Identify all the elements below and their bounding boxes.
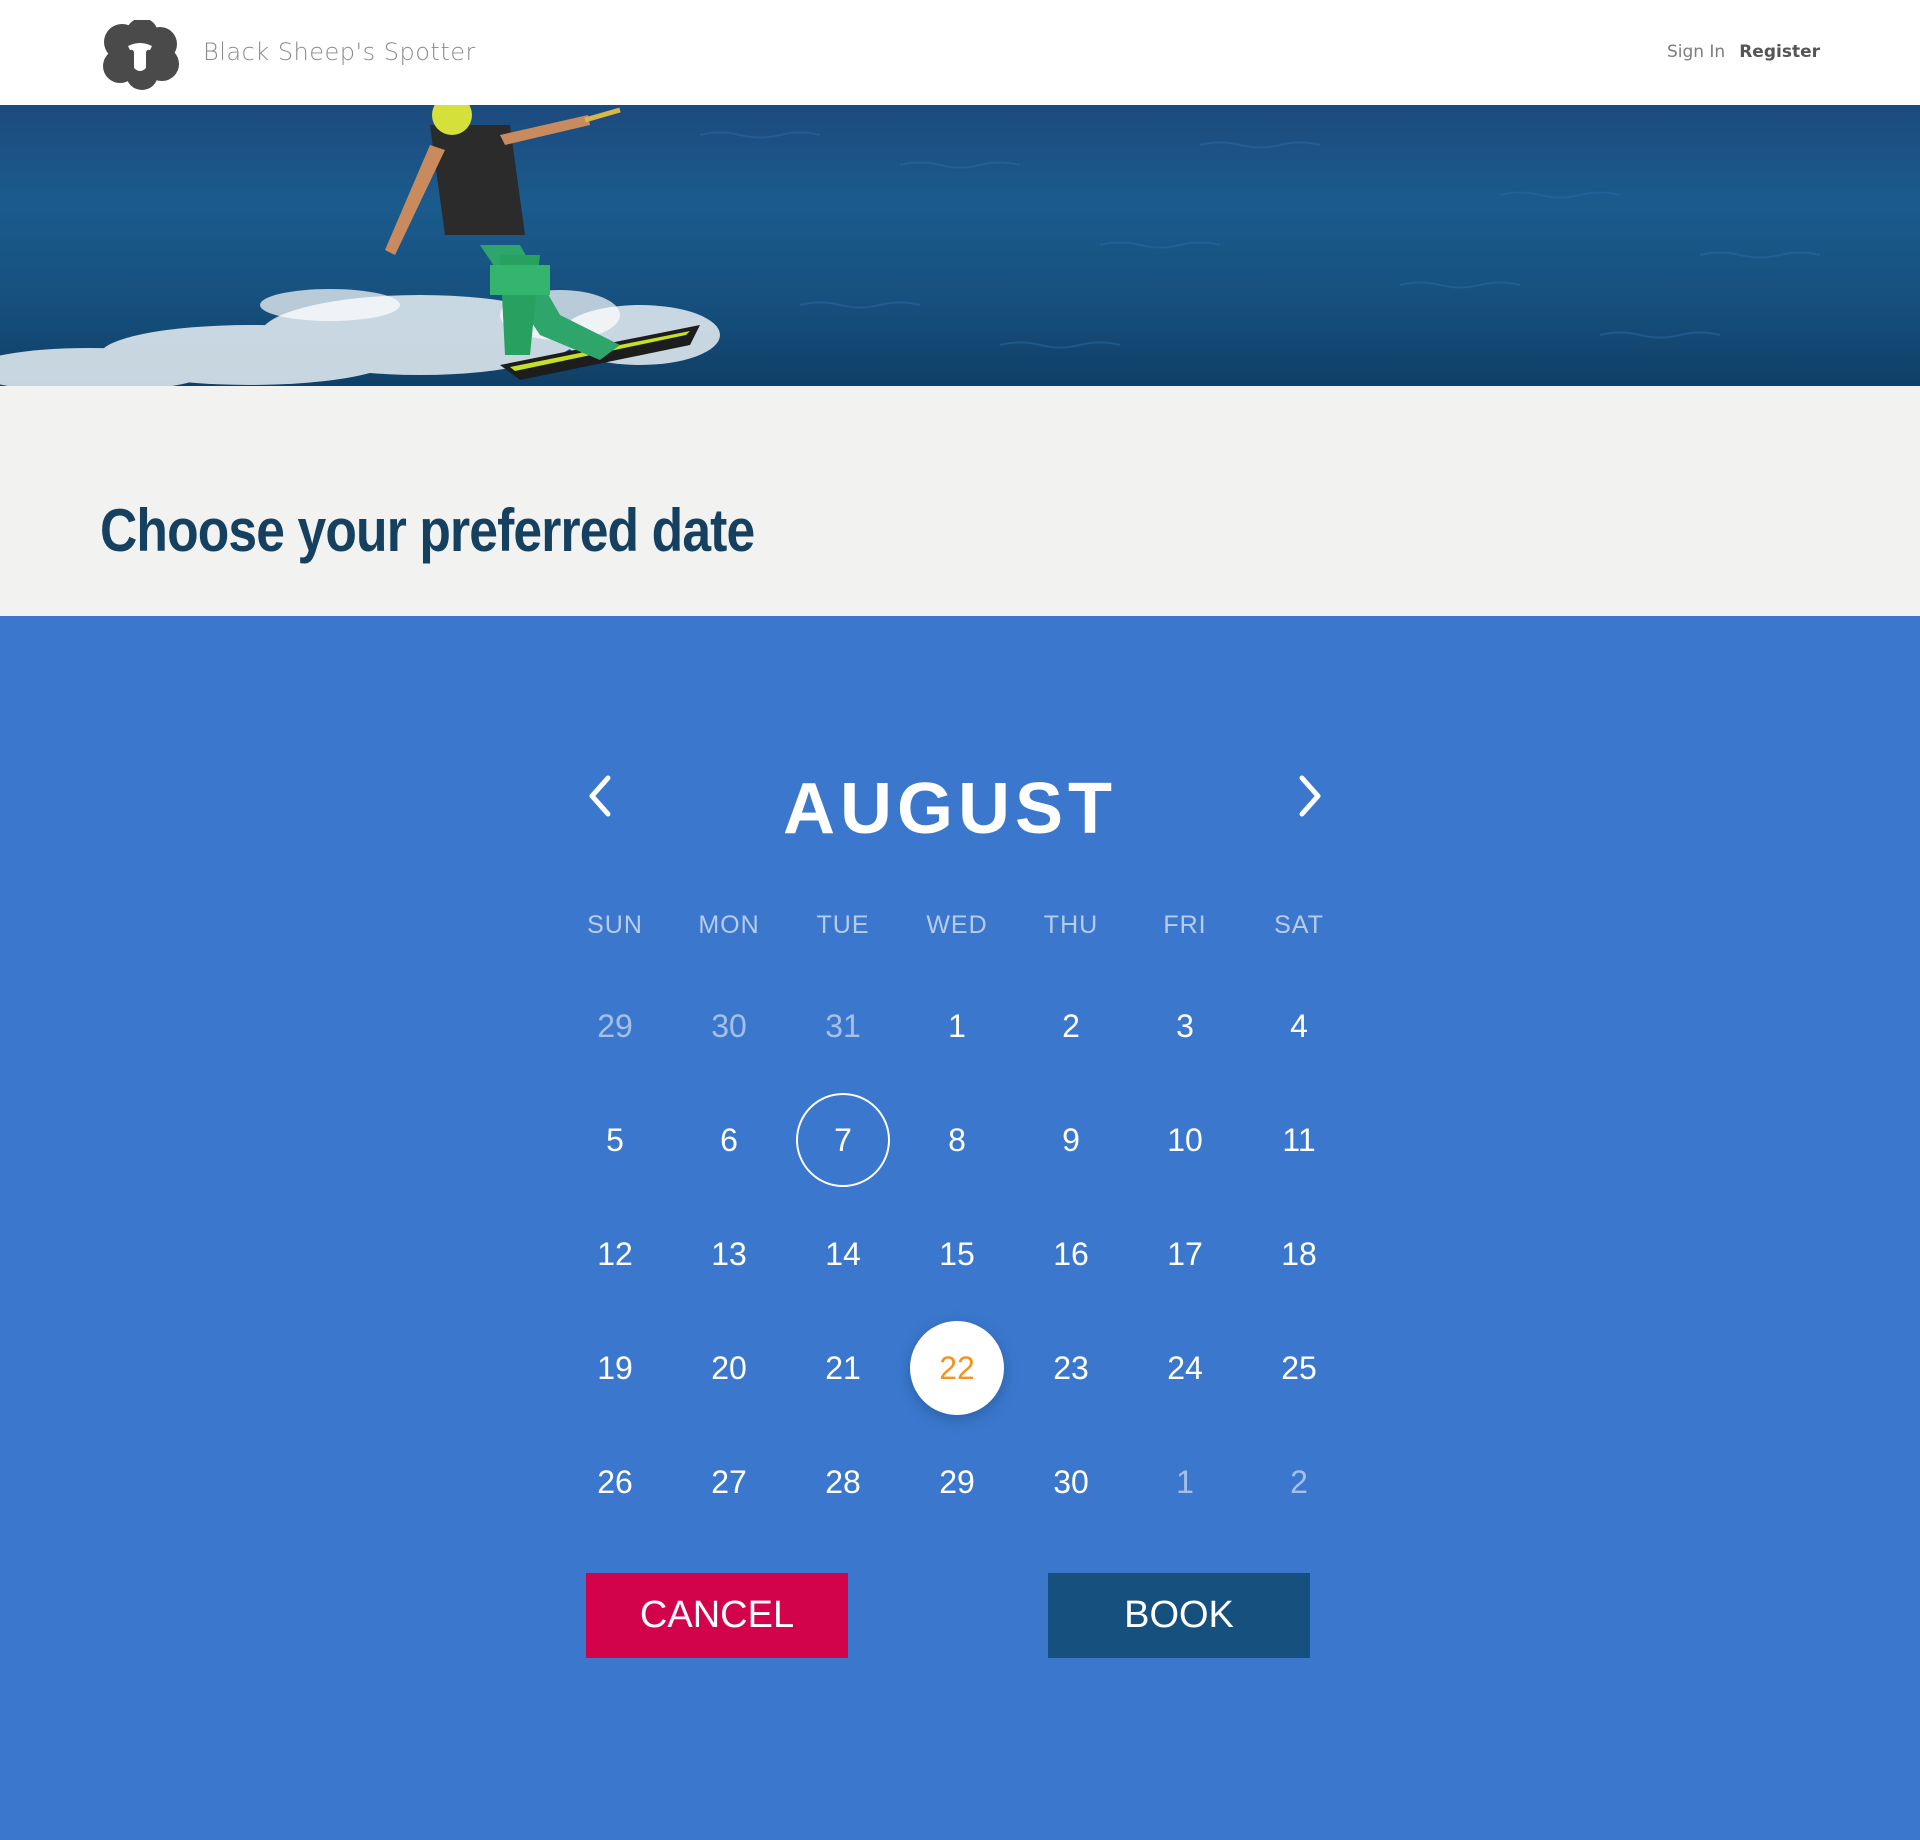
day-number: 15 [939,1235,975,1272]
day-number: 29 [939,1463,975,1500]
brand-name[interactable]: Black Sheep's Spotter [203,38,476,66]
page-title: Choose your preferred date [100,497,755,564]
day-cell[interactable]: 30 [672,969,786,1083]
day-number: 25 [1281,1349,1317,1386]
day-number: 29 [597,1007,633,1044]
day-number: 10 [1167,1121,1203,1158]
day-cell[interactable]: 12 [558,1197,672,1311]
day-number: 1 [948,1007,966,1044]
day-cell[interactable]: 31 [786,969,900,1083]
chevron-right-icon [1299,775,1321,817]
day-cell[interactable]: 17 [1128,1197,1242,1311]
day-number: 26 [597,1463,633,1500]
day-number: 8 [948,1121,966,1158]
day-cell[interactable]: 1 [900,969,1014,1083]
sign-in-link[interactable]: Sign In [1667,42,1725,62]
day-cell[interactable]: 4 [1242,969,1356,1083]
day-cell[interactable]: 13 [672,1197,786,1311]
next-month-button[interactable] [1270,746,1350,846]
day-number: 16 [1053,1235,1089,1272]
day-cell[interactable]: 8 [900,1083,1014,1197]
day-number: 23 [1053,1349,1089,1386]
day-cell[interactable]: 19 [558,1311,672,1425]
weekday-label: WED [926,911,988,939]
sheep-logo-icon[interactable] [100,18,180,90]
day-number: 2 [1062,1007,1080,1044]
calendar-section: AUGUST SUN MON TUE WED THU FRI SAT 29 30 31 1 2 3 4 5… [0,616,1920,1840]
day-number: 12 [597,1235,633,1272]
day-number: 17 [1167,1235,1203,1272]
today-day-cell[interactable]: 7 [786,1083,900,1197]
day-number: 30 [711,1007,747,1044]
day-cell[interactable]: 27 [672,1425,786,1539]
day-number: 22 [910,1321,1004,1415]
day-cell[interactable]: 14 [786,1197,900,1311]
weekday-label: SUN [587,911,643,939]
hero-banner [0,105,1920,386]
day-number: 30 [1053,1463,1089,1500]
day-cell[interactable]: 5 [558,1083,672,1197]
day-cell[interactable]: 15 [900,1197,1014,1311]
day-number: 21 [825,1349,861,1386]
selected-day-cell[interactable]: 22 [900,1311,1014,1425]
day-cell[interactable]: 11 [1242,1083,1356,1197]
register-link[interactable]: Register [1739,42,1820,62]
cancel-button[interactable]: CANCEL [586,1573,848,1658]
day-number: 7 [796,1093,890,1187]
day-cell[interactable]: 29 [900,1425,1014,1539]
month-header: AUGUST [560,746,1340,849]
day-number: 31 [825,1007,861,1044]
day-number: 27 [711,1463,747,1500]
day-number: 9 [1062,1121,1080,1158]
weekday-header-row: SUN MON TUE WED THU FRI SAT [558,911,1356,940]
day-number: 24 [1167,1349,1203,1386]
day-number: 20 [711,1349,747,1386]
weekday-label: TUE [816,911,870,939]
weekday-label: MON [698,911,760,939]
weekday-label: THU [1043,911,1099,939]
day-number: 18 [1281,1235,1317,1272]
header-nav: Sign In Register [1667,42,1820,62]
wakeboarder-image [0,105,1821,386]
day-number: 6 [720,1121,738,1158]
day-cell[interactable]: 2 [1014,969,1128,1083]
day-cell[interactable]: 29 [558,969,672,1083]
day-cell[interactable]: 2 [1242,1425,1356,1539]
day-cell[interactable]: 25 [1242,1311,1356,1425]
day-number: 13 [711,1235,747,1272]
site-header: Black Sheep's Spotter Sign In Register [0,0,1920,105]
day-cell[interactable]: 23 [1014,1311,1128,1425]
day-cell[interactable]: 28 [786,1425,900,1539]
day-cell[interactable]: 6 [672,1083,786,1197]
day-grid: 29 30 31 1 2 3 4 5 6 7 8 9 10 11 12 13 14 15 16 17 18 19 20 21 2… [558,969,1356,1539]
day-number: 19 [597,1349,633,1386]
day-cell[interactable]: 21 [786,1311,900,1425]
day-number: 3 [1176,1007,1194,1044]
day-cell[interactable]: 3 [1128,969,1242,1083]
day-cell[interactable]: 26 [558,1425,672,1539]
day-cell[interactable]: 1 [1128,1425,1242,1539]
weekday-label: FRI [1163,911,1207,939]
day-number: 28 [825,1463,861,1500]
book-button[interactable]: BOOK [1048,1573,1310,1658]
day-cell[interactable]: 16 [1014,1197,1128,1311]
day-number: 14 [825,1235,861,1272]
day-cell[interactable]: 18 [1242,1197,1356,1311]
day-cell[interactable]: 24 [1128,1311,1242,1425]
day-cell[interactable]: 9 [1014,1083,1128,1197]
month-label: AUGUST [783,769,1117,849]
day-cell[interactable]: 10 [1128,1083,1242,1197]
day-number: 5 [606,1121,624,1158]
weekday-label: SAT [1274,911,1324,939]
title-band: Choose your preferred date [0,386,1920,616]
day-number: 1 [1176,1463,1194,1500]
day-number: 2 [1290,1463,1308,1500]
day-number: 4 [1290,1007,1308,1044]
day-cell[interactable]: 20 [672,1311,786,1425]
day-cell[interactable]: 30 [1014,1425,1128,1539]
day-number: 11 [1282,1121,1316,1158]
